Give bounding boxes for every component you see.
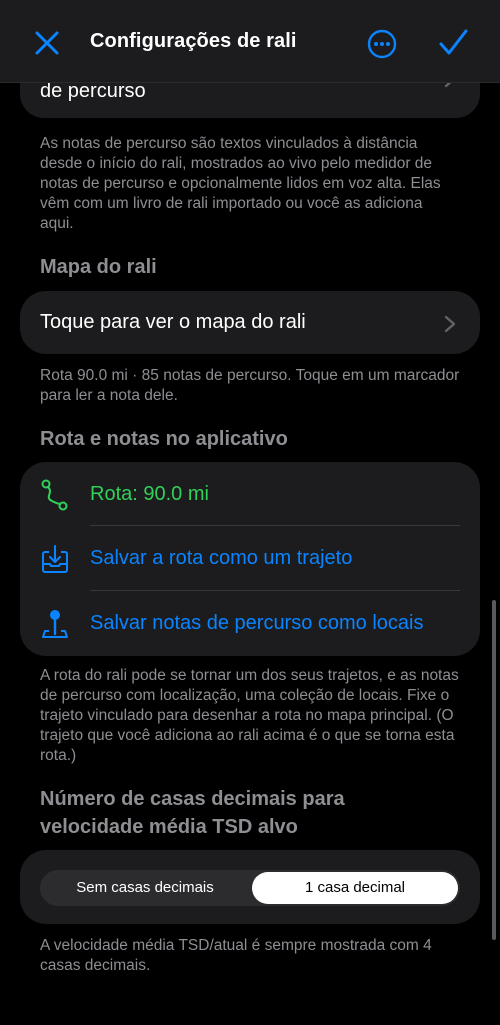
segment-one-decimal[interactable]: 1 casa decimal	[252, 872, 458, 904]
map-section-footer: Rota 90.0 mi · 85 notas de percurso. Toq…	[40, 367, 460, 404]
road-notes-description: As notas de percurso são textos vinculad…	[40, 135, 441, 232]
save-notes-label: Salvar notas de percurso como locais	[90, 612, 424, 634]
route-icon	[41, 479, 68, 511]
decimals-heading-line2: velocidade média TSD alvo	[40, 816, 298, 838]
ellipsis-circle-icon[interactable]	[366, 28, 398, 60]
save-notes-button[interactable]: Salvar notas de percurso como locais	[20, 591, 480, 657]
route-section-heading: Rota e notas no aplicativo	[40, 428, 288, 450]
route-distance-row: Rota: 90.0 mi	[20, 462, 480, 528]
checkmark-icon[interactable]	[436, 26, 470, 60]
page-title: Configurações de rali	[90, 30, 297, 52]
route-section-footer: A rota do rali pode se tornar um dos seu…	[40, 667, 459, 764]
decimals-segmented-control: Sem casas decimais 1 casa decimal	[40, 870, 460, 906]
view-rally-map-row[interactable]: Toque para ver o mapa do rali	[20, 291, 480, 354]
tray-download-icon	[42, 545, 68, 573]
navigation-bar: Configurações de rali	[0, 0, 500, 83]
chevron-right-icon	[444, 315, 456, 333]
decimals-footer: A velocidade média TSD/atual é sempre mo…	[40, 937, 432, 974]
save-route-label: Salvar a rota como um trajeto	[90, 547, 353, 569]
segment-no-decimals[interactable]: Sem casas decimais	[42, 872, 248, 904]
scrollbar[interactable]	[492, 600, 496, 940]
route-card: Rota: 90.0 mi Salvar a rota como um traj…	[20, 462, 480, 656]
decimals-heading-line1: Número de casas decimais para	[40, 788, 345, 810]
decimals-card: Sem casas decimais 1 casa decimal	[20, 850, 480, 924]
view-rally-map-label: Toque para ver o mapa do rali	[40, 311, 306, 333]
route-distance-label: Rota: 90.0 mi	[90, 483, 209, 505]
map-section-heading: Mapa do rali	[40, 256, 157, 278]
xmark-icon[interactable]	[30, 26, 64, 60]
save-route-button[interactable]: Salvar a rota como um trajeto	[20, 526, 480, 592]
road-notes-row-label: de percurso	[40, 80, 146, 102]
map-pin-icon	[42, 610, 68, 638]
